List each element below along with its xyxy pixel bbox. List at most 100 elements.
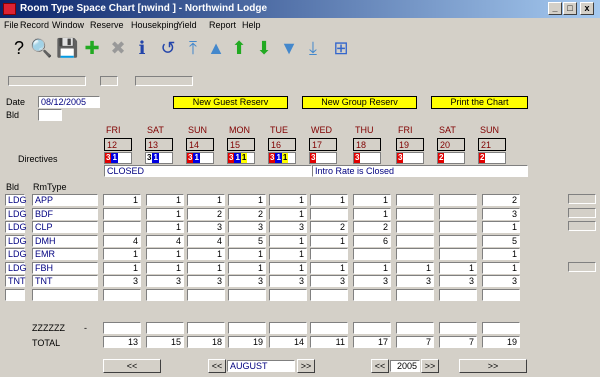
zzz-cell[interactable] [187, 322, 225, 334]
menu-reserve[interactable]: Reserve [90, 18, 124, 32]
availability-cell[interactable]: 3 [228, 221, 266, 233]
availability-cell[interactable]: 1 [187, 261, 225, 274]
next-year-button[interactable]: >> [421, 359, 439, 373]
zzz-cell[interactable] [439, 322, 477, 334]
availability-cell[interactable] [482, 288, 520, 301]
availability-cell[interactable]: 3 [187, 221, 225, 233]
availability-cell[interactable] [439, 288, 477, 301]
availability-cell[interactable] [187, 288, 225, 301]
availability-cell[interactable]: 3 [310, 275, 348, 287]
menu-window[interactable]: Window [52, 18, 84, 32]
add-icon[interactable]: ✚ [81, 34, 103, 62]
availability-cell[interactable] [269, 288, 307, 301]
maximize-button[interactable]: □ [563, 2, 577, 15]
availability-cell[interactable] [439, 194, 477, 206]
availability-cell[interactable]: 1 [228, 261, 266, 274]
minimize-button[interactable]: _ [548, 2, 562, 15]
availability-cell[interactable]: 1 [396, 261, 434, 274]
availability-cell[interactable]: 6 [353, 234, 391, 247]
availability-cell[interactable]: 1 [269, 207, 307, 220]
availability-cell[interactable] [396, 234, 434, 247]
availability-cell[interactable] [439, 248, 477, 260]
search-icon[interactable]: 🔍 [30, 34, 52, 62]
close-button[interactable]: x [580, 2, 594, 15]
first-record-icon[interactable]: ⤒ [182, 34, 204, 62]
availability-cell[interactable]: 2 [310, 221, 348, 233]
zzz-cell[interactable] [146, 322, 184, 334]
availability-cell[interactable]: 1 [187, 194, 225, 206]
availability-cell[interactable]: 3 [187, 275, 225, 287]
prev-period-button[interactable]: << [103, 359, 161, 373]
availability-cell[interactable]: 3 [146, 275, 184, 287]
availability-cell[interactable] [439, 221, 477, 233]
availability-cell[interactable] [396, 288, 434, 301]
zzz-cell[interactable] [396, 322, 434, 334]
delete-icon[interactable]: ✖ [107, 34, 129, 62]
availability-cell[interactable]: 1 [228, 194, 266, 206]
month-field[interactable]: AUGUST [227, 360, 295, 372]
next-record-icon[interactable]: ▼ [278, 34, 300, 62]
availability-cell[interactable] [146, 288, 184, 301]
availability-cell[interactable]: 1 [353, 261, 391, 274]
prev-record-icon[interactable]: ▲ [205, 34, 227, 62]
availability-cell[interactable]: 1 [310, 234, 348, 247]
availability-cell[interactable]: 1 [269, 194, 307, 206]
zzz-cell[interactable] [269, 322, 307, 334]
availability-cell[interactable]: 4 [103, 234, 141, 247]
availability-cell[interactable]: 3 [103, 275, 141, 287]
availability-cell[interactable] [103, 288, 141, 301]
menu-file[interactable]: File [4, 18, 19, 32]
info-icon[interactable]: ℹ [131, 34, 153, 62]
availability-cell[interactable]: 2 [353, 221, 391, 233]
availability-cell[interactable]: 1 [269, 261, 307, 274]
availability-cell[interactable]: 3 [228, 275, 266, 287]
availability-cell[interactable]: 1 [146, 207, 184, 220]
availability-cell[interactable] [310, 288, 348, 301]
availability-cell[interactable]: 1 [146, 248, 184, 260]
availability-cell[interactable]: 1 [439, 261, 477, 274]
availability-cell[interactable]: 1 [482, 221, 520, 233]
availability-cell[interactable]: 1 [353, 207, 391, 220]
availability-cell[interactable]: 3 [482, 207, 520, 220]
availability-cell[interactable]: 5 [482, 234, 520, 247]
last-record-icon[interactable]: ⤓ [302, 34, 324, 62]
availability-cell[interactable]: 3 [396, 275, 434, 287]
availability-cell[interactable] [396, 194, 434, 206]
availability-cell[interactable] [396, 221, 434, 233]
availability-cell[interactable] [103, 221, 141, 233]
availability-cell[interactable]: 1 [187, 248, 225, 260]
availability-cell[interactable]: 5 [228, 234, 266, 247]
zzz-cell[interactable] [353, 322, 391, 334]
availability-cell[interactable] [439, 234, 477, 247]
availability-cell[interactable]: 1 [103, 261, 141, 274]
menu-record[interactable]: Record [20, 18, 49, 32]
availability-cell[interactable]: 1 [146, 261, 184, 274]
year-field[interactable]: 2005 [390, 360, 420, 372]
prev-year-button[interactable]: << [371, 359, 389, 373]
down-icon[interactable]: ⬇ [253, 34, 275, 62]
zzz-cell[interactable] [103, 322, 141, 334]
menu-help[interactable]: Help [242, 18, 261, 32]
availability-cell[interactable] [228, 288, 266, 301]
menu-housekping[interactable]: Housekping [131, 18, 179, 32]
availability-cell[interactable]: 3 [482, 275, 520, 287]
prev-month-button[interactable]: << [208, 359, 226, 373]
availability-cell[interactable]: 3 [269, 221, 307, 233]
availability-cell[interactable]: 1 [269, 234, 307, 247]
menu-report[interactable]: Report [209, 18, 236, 32]
bld-input[interactable] [38, 109, 62, 121]
availability-cell[interactable]: 4 [187, 234, 225, 247]
availability-cell[interactable]: 2 [187, 207, 225, 220]
date-input[interactable]: 08/12/2005 [38, 96, 100, 108]
availability-cell[interactable]: 1 [146, 194, 184, 206]
availability-cell[interactable]: 1 [353, 194, 391, 206]
availability-cell[interactable]: 3 [439, 275, 477, 287]
availability-cell[interactable] [310, 207, 348, 220]
availability-cell[interactable]: 1 [146, 221, 184, 233]
save-icon[interactable]: 💾 [56, 34, 78, 62]
availability-cell[interactable] [310, 248, 348, 260]
availability-cell[interactable]: 2 [482, 194, 520, 206]
availability-cell[interactable] [439, 207, 477, 220]
availability-cell[interactable]: 1 [103, 194, 141, 206]
availability-cell[interactable]: 1 [228, 248, 266, 260]
